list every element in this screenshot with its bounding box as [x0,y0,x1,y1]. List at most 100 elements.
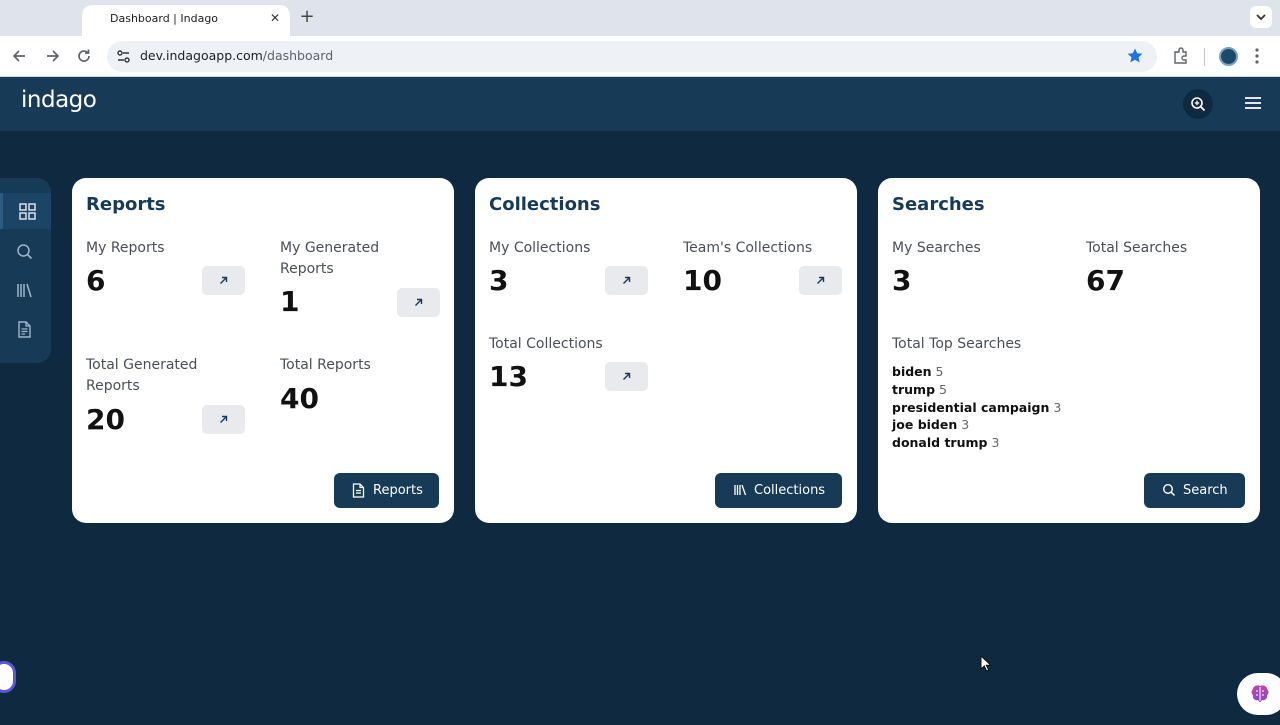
brain-icon [1251,685,1269,702]
sidebar-item-search[interactable] [0,233,51,269]
top-search-term: biden [892,364,932,379]
tab-search-button[interactable] [1250,6,1272,28]
close-tab-icon[interactable]: ✕ [268,11,282,25]
back-icon[interactable] [11,47,29,65]
top-search-count: 5 [935,364,944,379]
top-search-count: 3 [991,435,1000,451]
top-search-term: presidential campaign [892,399,1050,415]
total-searches-label: Total Searches [1086,240,1188,256]
my-collections-value: 3 [489,264,509,297]
collections-card-title: Collections [489,194,601,215]
my-generated-reports-value: 1 [280,285,300,318]
top-search-count: 3 [961,417,970,433]
my-searches-value: 3 [892,264,912,297]
list-item[interactable]: biden 5 [892,363,1061,381]
tab-title: Dashboard | Indago [110,12,219,25]
total-reports-value: 40 [280,382,319,415]
browser-tab-strip: Dashboard | Indago ✕ + [0,0,1280,36]
toolbar-divider [1204,48,1205,66]
collections-button[interactable]: Collections [715,473,842,508]
url-path: /dashboard [262,48,334,63]
arrow-up-right-icon [817,276,825,284]
collections-button-label: Collections [754,483,826,498]
total-collections-value: 13 [489,360,528,393]
list-item[interactable]: joe biden 3 [892,416,1061,434]
arrow-up-right-icon [220,415,228,423]
top-search-term: joe biden [892,417,958,433]
dashboard-icon [19,203,36,220]
profile-avatar[interactable] [1219,47,1238,66]
hamburger-menu-icon[interactable] [1243,95,1263,111]
total-collections-label: Total Collections [489,336,603,352]
sidebar-item-dashboard[interactable] [0,193,51,229]
total-generated-reports-open-button[interactable] [202,405,245,434]
my-generated-reports-label: My Generated Reports [280,240,380,277]
search-zoom-icon [1191,97,1206,112]
top-search-term: trump [892,381,936,397]
my-collections-label: My Collections [489,240,591,256]
more-menu-icon[interactable] [1253,47,1261,65]
searches-card-title: Searches [892,194,985,215]
extensions-icon[interactable] [1172,47,1190,65]
arrow-up-right-icon [623,372,631,380]
list-item[interactable]: presidential campaign 3 [892,399,1061,417]
reports-button[interactable]: Reports [334,473,439,508]
new-tab-icon[interactable]: + [297,7,317,27]
collections-card: Collections My Collections 3 Team's Coll… [475,178,857,523]
my-reports-label: My Reports [86,240,165,256]
total-reports-label: Total Reports [280,357,371,373]
search-icon [17,244,33,260]
top-searches-label: Total Top Searches [892,336,1022,352]
document-icon [18,321,31,338]
chevron-down-icon [1256,14,1266,21]
total-searches-value: 67 [1086,264,1125,297]
my-reports-value: 6 [86,264,106,297]
support-widget-button[interactable] [0,661,16,693]
reports-card-title: Reports [86,194,166,215]
library-icon [17,283,32,298]
library-icon [734,484,747,496]
ai-assistant-button[interactable] [1237,673,1280,715]
total-generated-reports-value: 20 [86,403,125,436]
sidebar-item-library[interactable] [0,272,51,308]
top-search-count: 3 [1053,399,1062,415]
searches-card: Searches My Searches 3 Total Searches 67… [878,178,1260,523]
my-reports-open-button[interactable] [202,266,245,295]
mouse-cursor-icon [980,655,992,672]
top-search-term: donald trump [892,435,988,451]
reports-card: Reports My Reports 6 My Generated Report… [72,178,454,523]
search-button[interactable]: Search [1144,473,1245,508]
my-collections-open-button[interactable] [605,266,648,295]
address-bar[interactable]: dev.indagoapp.com/dashboard [107,41,1157,72]
my-generated-reports-open-button[interactable] [397,288,440,317]
document-icon [352,483,365,498]
total-generated-reports-label: Total Generated Reports [86,357,198,394]
url-text: dev.indagoapp.com/dashboard [140,48,333,63]
total-collections-open-button[interactable] [605,362,648,391]
url-host: dev.indagoapp.com [140,48,263,63]
app-header: indago [0,77,1280,131]
arrow-up-right-icon [415,298,423,306]
my-searches-label: My Searches [892,240,981,256]
list-item[interactable]: donald trump 3 [892,434,1061,452]
global-search-button[interactable] [1183,89,1213,119]
team-collections-open-button[interactable] [799,266,842,295]
sidebar-item-reports[interactable] [0,311,51,347]
top-search-count: 5 [939,381,947,397]
list-item[interactable]: trump 5 [892,381,1061,399]
bookmark-star-icon[interactable] [1126,47,1144,65]
forward-icon[interactable] [43,47,61,65]
top-searches-list: biden 5 trump 5 presidential campaign 3 … [892,363,1061,452]
site-info-icon[interactable] [116,49,131,64]
sidebar [0,178,51,363]
browser-tab[interactable]: Dashboard | Indago ✕ [82,5,290,36]
browser-toolbar: dev.indagoapp.com/dashboard [0,36,1280,77]
search-icon [1162,483,1176,497]
search-button-label: Search [1183,483,1228,498]
reports-button-label: Reports [373,483,423,498]
arrow-up-right-icon [623,276,631,284]
reload-icon[interactable] [75,47,93,65]
arrow-up-right-icon [220,276,228,284]
team-collections-value: 10 [683,264,722,297]
app-logo[interactable]: indago [21,87,97,113]
